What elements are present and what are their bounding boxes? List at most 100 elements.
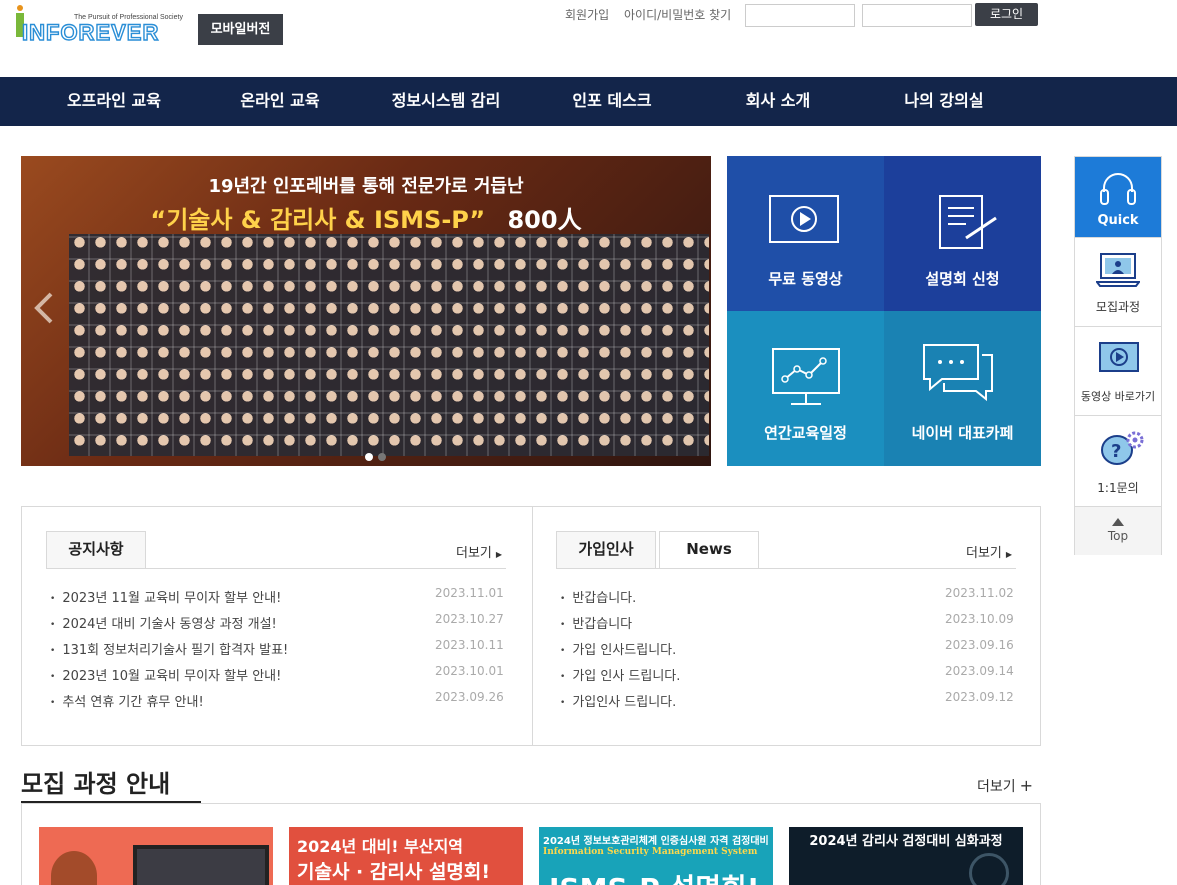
video-play-icon (1099, 342, 1139, 372)
hero-banner[interactable]: 19년간 인포레버를 통해 전문가로 거듭난 “기술사 & 감리사 & ISMS… (21, 156, 711, 466)
nav-my-classroom[interactable]: 나의 강의실 (870, 77, 1018, 126)
nav-info-desk[interactable]: 인포 데스크 (538, 77, 686, 126)
tab-notice[interactable]: 공지사항 (46, 531, 146, 568)
schedule-label: 연간교육일정 (764, 424, 847, 442)
notice-post[interactable]: 131회 정보처리기술사 필기 합격자 발표! (50, 639, 288, 658)
greeting-post[interactable]: 반갑습니다 (560, 613, 632, 632)
chevron-right-icon: ▶ (495, 550, 503, 559)
greeting-date: 2023.09.12 (945, 690, 1014, 704)
signup-link[interactable]: 회원가입 (565, 6, 609, 23)
greeting-date: 2023.09.16 (945, 638, 1014, 652)
greeting-date: 2023.09.14 (945, 664, 1014, 678)
svg-text:?: ? (1111, 441, 1121, 462)
mobile-version-button[interactable]: 모바일버전 (198, 14, 283, 45)
course-card[interactable]: 2024년 정보보호관리체계 인증심사원 자격 검정대비 Information… (539, 827, 773, 885)
naver-cafe-label: 네이버 대표카페 (911, 424, 1014, 442)
board-panel: 공지사항 더보기▶ 2023년 11월 교육비 무이자 할부 안내! 2023.… (21, 506, 1041, 746)
recruit-more-link[interactable]: 더보기 + (977, 776, 1033, 796)
seminar-tile[interactable]: 설명회 신청 (884, 156, 1041, 311)
course-card[interactable]: 2024년 감리사 검정대비 심화과정 (789, 827, 1023, 885)
quick-courses-label: 모집과정 (1095, 300, 1141, 314)
dial-illustration (969, 853, 1009, 885)
login-button[interactable]: 로그인 (975, 3, 1038, 26)
find-account-link[interactable]: 아이디/비밀번호 찾기 (624, 6, 731, 23)
tab-greetings[interactable]: 가입인사 (556, 531, 656, 568)
question-gear-icon: ? (1101, 431, 1144, 465)
course-card-headline: 2024년 정보보호관리체계 인증심사원 자격 검정대비 (543, 836, 769, 847)
greetings-more-link[interactable]: 더보기 ▶ (966, 542, 1012, 561)
notice-post[interactable]: 2024년 대비 기술사 동영상 과정 개설! (50, 613, 276, 632)
notice-more-label: 더보기 (456, 546, 492, 561)
arrow-up-icon (1112, 518, 1124, 526)
nav-audit[interactable]: 정보시스템 감리 (372, 77, 520, 126)
seminar-label: 설명회 신청 (925, 270, 1000, 288)
greeting-post[interactable]: 가입 인사드립니다. (560, 639, 676, 658)
main-nav: 오프라인 교육 온라인 교육 정보시스템 감리 인포 데스크 회사 소개 나의 … (0, 77, 1177, 126)
quick-courses[interactable]: 모집과정 (1075, 237, 1161, 327)
board-divider (532, 507, 533, 745)
course-card-subline: 기술사 · 감리사 설명회! (297, 861, 491, 883)
quick-header: Quick (1075, 157, 1161, 237)
quick-video[interactable]: 동영상 바로가기 (1075, 326, 1161, 416)
course-card-title: ISMS-P 설명회! (549, 867, 760, 885)
course-card-headline: 2024년 감리사 검정대비 심화과정 (809, 834, 1003, 849)
chevron-left-icon[interactable] (29, 288, 59, 328)
course-card-headline: 2024년 대비! 부산지역 (297, 837, 464, 856)
login-id-input[interactable] (745, 4, 855, 27)
laptop-person-icon (1096, 253, 1140, 287)
headset-icon (1100, 173, 1136, 205)
notice-post[interactable]: 2023년 11월 교육비 무이자 할부 안내! (50, 587, 281, 606)
carousel-dot[interactable] (365, 453, 373, 461)
nav-online-education[interactable]: 온라인 교육 (206, 77, 354, 126)
course-card[interactable] (39, 827, 273, 885)
login-password-input[interactable] (862, 4, 972, 27)
quick-menu: Quick 모집과정 동영상 바로가기 ? 1:1문의 Top (1074, 156, 1162, 555)
recruit-more-label: 더보기 (977, 779, 1016, 795)
chart-monitor-icon (772, 348, 840, 405)
free-video-label: 무료 동영상 (768, 270, 843, 288)
notice-date: 2023.10.27 (435, 612, 504, 626)
notice-more-link[interactable]: 더보기 ▶ (456, 542, 502, 561)
site-logo[interactable]: The Pursuit of Professional Society INFO… (16, 4, 188, 46)
notice-post[interactable]: 추석 연휴 기간 휴무 안내! (50, 691, 203, 710)
plus-icon: + (1019, 776, 1034, 795)
document-pen-icon (939, 195, 997, 249)
schedule-tile[interactable]: 연간교육일정 (727, 311, 884, 466)
greetings-more-label: 더보기 (966, 546, 1002, 561)
scroll-top-button[interactable]: Top (1075, 506, 1161, 555)
scroll-top-label: Top (1107, 529, 1129, 543)
tab-news[interactable]: News (659, 531, 759, 568)
greeting-post[interactable]: 가입 인사 드립니다. (560, 665, 680, 684)
naver-cafe-tile[interactable]: 네이버 대표카페 (884, 311, 1041, 466)
notice-date: 2023.11.01 (435, 586, 504, 600)
recruit-section-title: 모집 과정 안내 (21, 770, 171, 798)
play-screen-icon (769, 195, 839, 243)
greeting-post[interactable]: 가입인사 드립니다. (560, 691, 676, 710)
greetings-underline (556, 568, 1016, 569)
greeting-date: 2023.10.09 (945, 612, 1014, 626)
photo-grid-overlay (69, 234, 709, 456)
logo-person-icon (17, 5, 23, 11)
logo-wordmark: INFOREVER (21, 19, 160, 45)
quick-inquiry[interactable]: ? 1:1문의 (1075, 415, 1161, 506)
quick-inquiry-label: 1:1문의 (1097, 481, 1139, 495)
quick-video-label: 동영상 바로가기 (1080, 390, 1156, 403)
course-card[interactable]: 2024년 대비! 부산지역 기술사 · 감리사 설명회! (289, 827, 523, 885)
instructor-illustration (51, 851, 97, 885)
notice-date: 2023.10.01 (435, 664, 504, 678)
hero-quote: “기술사 & 감리사 & ISMS-P” (150, 206, 486, 234)
hero-count: 800人 (507, 206, 582, 234)
chevron-right-icon: ▶ (1005, 550, 1013, 559)
carousel-dots (365, 446, 391, 465)
hero-headline: 19년간 인포레버를 통해 전문가로 거듭난 (208, 176, 524, 197)
notice-date: 2023.10.11 (435, 638, 504, 652)
notice-post[interactable]: 2023년 10월 교육비 무이자 할부 안내! (50, 665, 281, 684)
free-video-tile[interactable]: 무료 동영상 (727, 156, 884, 311)
nav-offline-education[interactable]: 오프라인 교육 (40, 77, 188, 126)
carousel-dot[interactable] (378, 453, 386, 461)
notice-underline (46, 568, 506, 569)
nav-company[interactable]: 회사 소개 (704, 77, 852, 126)
greeting-post[interactable]: 반갑습니다. (560, 587, 636, 606)
quick-title: Quick (1097, 213, 1139, 228)
greeting-date: 2023.11.02 (945, 586, 1014, 600)
